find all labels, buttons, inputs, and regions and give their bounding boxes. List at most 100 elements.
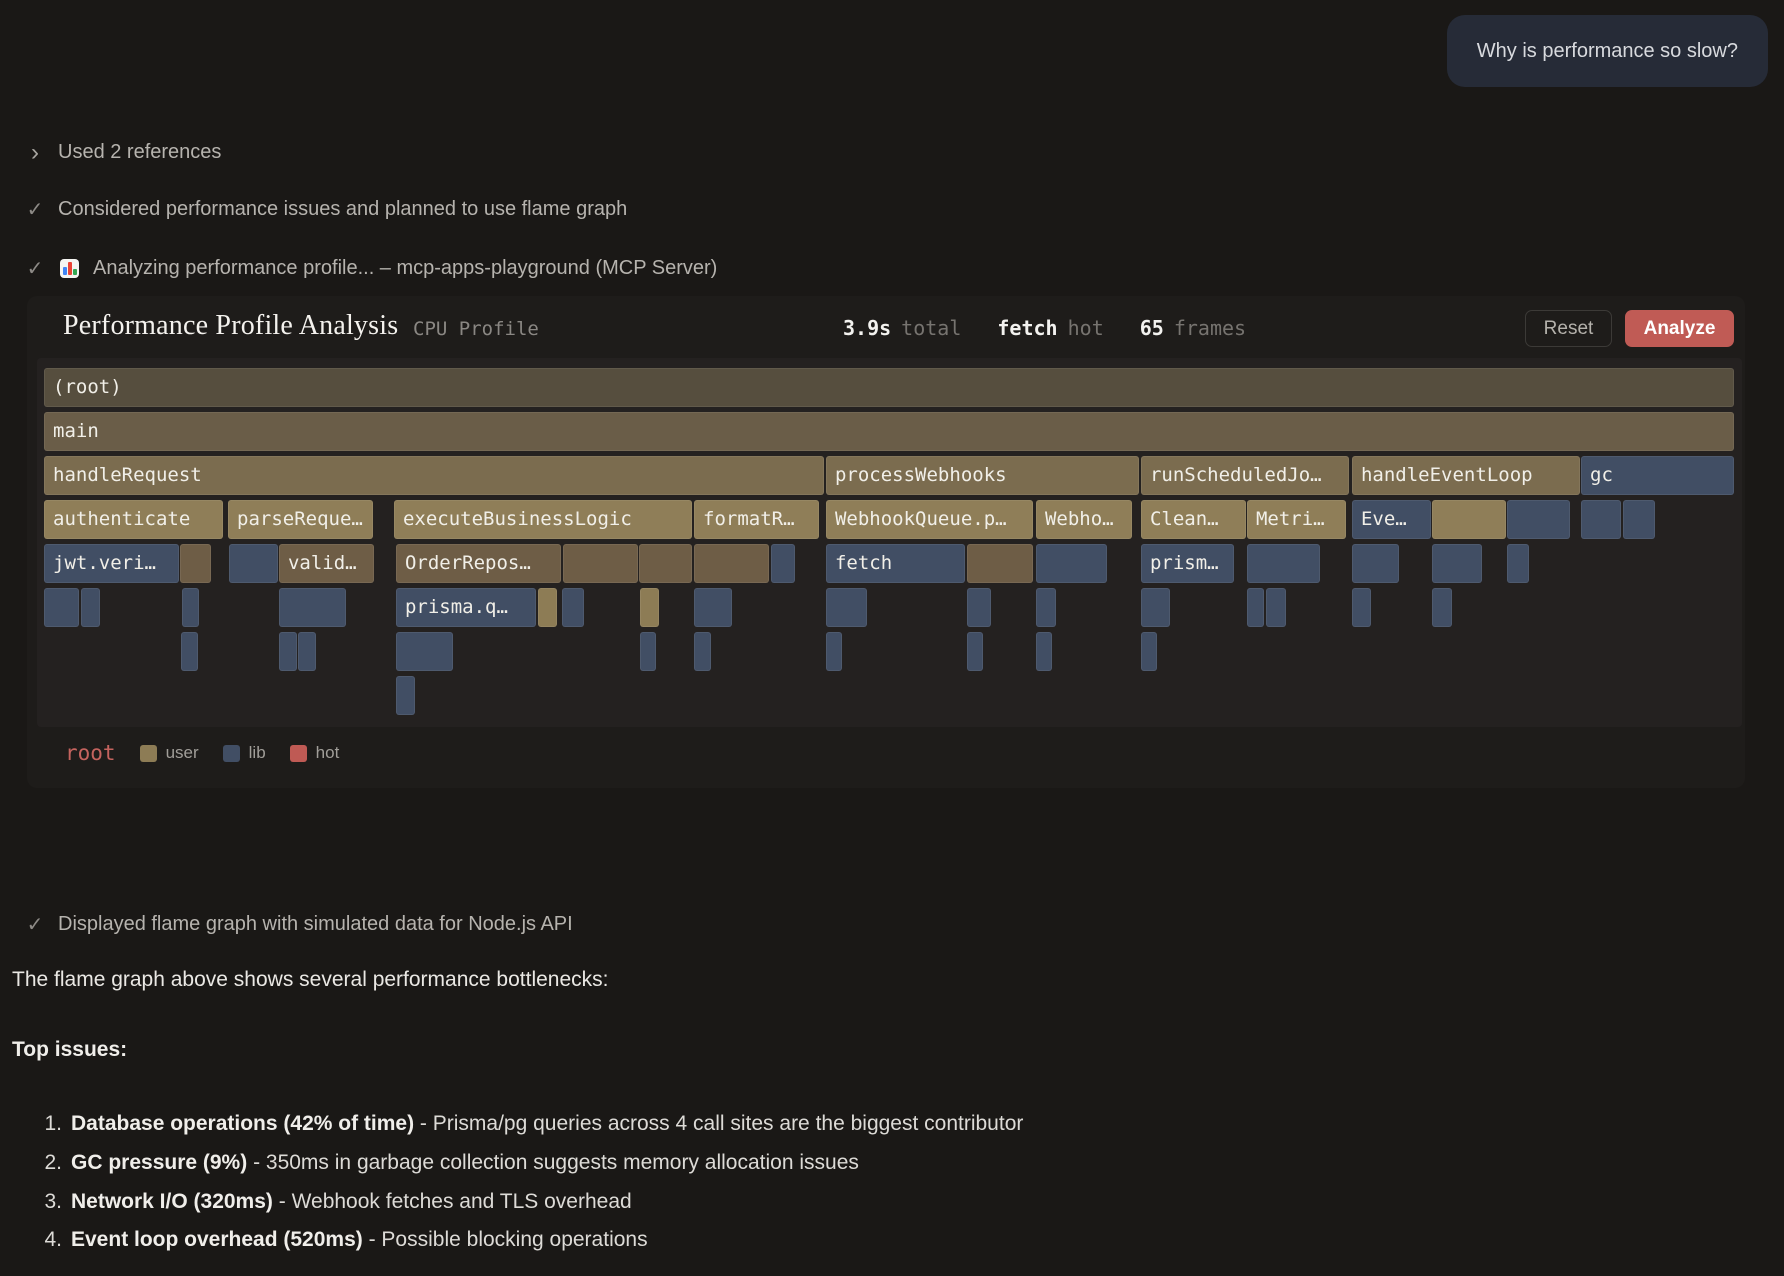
flame-row-6 [44, 632, 1734, 671]
flame-frame-prism[interactable]: prism… [1141, 544, 1234, 583]
flame-frame-prisma.q[interactable]: prisma.q… [396, 588, 536, 627]
flame-frame[interactable] [640, 632, 656, 671]
issue-title: GC pressure (9%) [71, 1151, 247, 1175]
flame-frame[interactable] [563, 544, 638, 583]
flame-frame[interactable] [396, 632, 453, 671]
flame-frame-Clean[interactable]: Clean… [1141, 500, 1246, 539]
legend-label: hot [316, 743, 340, 763]
flame-frame[interactable] [1247, 588, 1264, 627]
flame-frame[interactable] [1507, 544, 1529, 583]
flame-frame-gc[interactable]: gc [1581, 456, 1734, 495]
flame-frame[interactable] [298, 632, 316, 671]
flame-frame[interactable] [562, 588, 584, 627]
flame-frame-Eve[interactable]: Eve… [1352, 500, 1431, 539]
issue-item-1: 1.Database operations (42% of time) - Pr… [36, 1105, 1023, 1144]
flame-frame-Metri[interactable]: Metri… [1247, 500, 1346, 539]
flame-frame[interactable] [694, 544, 769, 583]
flame-frame[interactable] [1432, 544, 1482, 583]
flame-frame[interactable] [279, 588, 346, 627]
flame-frame[interactable] [1036, 632, 1052, 671]
analysis-intro: The flame graph above shows several perf… [12, 968, 608, 992]
step-used-references[interactable]: › Used 2 references [24, 141, 221, 164]
flame-frame[interactable] [180, 544, 211, 583]
stat-label: total [901, 316, 961, 340]
flame-frame[interactable] [1036, 544, 1107, 583]
flame-frame[interactable] [81, 588, 100, 627]
check-icon: ✓ [24, 256, 46, 281]
step-analyzing-profile[interactable]: ✓ Analyzing performance profile... – mcp… [24, 256, 717, 281]
flame-frame[interactable] [229, 544, 278, 583]
stat-frames: 65 frames [1140, 316, 1246, 340]
flame-frame-handleEventLoop[interactable]: handleEventLoop [1352, 456, 1580, 495]
chevron-right-icon[interactable]: › [24, 143, 46, 163]
stat-label: frames [1174, 316, 1246, 340]
issue-number: 3. [36, 1190, 62, 1214]
flame-frame[interactable] [279, 632, 297, 671]
flame-frame[interactable] [1432, 588, 1452, 627]
flame-frame[interactable] [181, 632, 198, 671]
issue-number: 2. [36, 1151, 62, 1175]
flame-frame[interactable] [1266, 588, 1286, 627]
flame-frame[interactable] [771, 544, 795, 583]
flame-frame-OrderRepos[interactable]: OrderRepos… [396, 544, 561, 583]
flame-frame[interactable] [967, 588, 991, 627]
stat-value: fetch [997, 316, 1057, 340]
flame-frame[interactable] [640, 588, 659, 627]
flame-frame[interactable] [1036, 588, 1056, 627]
flame-frame[interactable] [538, 588, 557, 627]
flame-frame-authenticate[interactable]: authenticate [44, 500, 223, 539]
flame-frame-root[interactable]: (root) [44, 368, 1734, 407]
flame-frame-WebhookQueue.p[interactable]: WebhookQueue.p… [826, 500, 1033, 539]
issue-item-4: 4.Event loop overhead (520ms) - Possible… [36, 1221, 1023, 1260]
analyze-button[interactable]: Analyze [1625, 310, 1734, 347]
flame-frame[interactable] [1141, 588, 1170, 627]
step-label: Used 2 references [58, 141, 221, 164]
flame-graph: (root) main handleRequestprocessWebhooksru… [37, 358, 1742, 727]
stat-total: 3.9stotal [843, 316, 961, 340]
flame-frame[interactable] [826, 588, 867, 627]
flame-frame-processWebhooks[interactable]: processWebhooks [826, 456, 1139, 495]
step-label: Displayed flame graph with simulated dat… [58, 913, 573, 936]
flame-frame-valid[interactable]: valid… [279, 544, 374, 583]
step-label: Considered performance issues and planne… [58, 198, 627, 221]
legend-label: lib [249, 743, 266, 763]
flame-frame[interactable] [694, 588, 732, 627]
flame-frame[interactable] [967, 544, 1033, 583]
flame-frame-formatR[interactable]: formatR… [694, 500, 819, 539]
issue-item-3: 3.Network I/O (320ms) - Webhook fetches … [36, 1182, 1023, 1221]
flame-frame[interactable] [1352, 588, 1371, 627]
flame-frame[interactable] [826, 632, 842, 671]
flame-frame[interactable] [1581, 500, 1621, 539]
flame-frame-fetch[interactable]: fetch [826, 544, 965, 583]
flame-frame[interactable] [1623, 500, 1655, 539]
flame-frame-runScheduledJo[interactable]: runScheduledJo… [1141, 456, 1349, 495]
issue-number: 4. [36, 1228, 62, 1252]
flame-frame-Webho[interactable]: Webho… [1036, 500, 1132, 539]
flame-frame-parseReque[interactable]: parseReque… [228, 500, 373, 539]
flame-frame-main[interactable]: main [44, 412, 1734, 451]
flame-frame[interactable] [967, 632, 983, 671]
flame-frame[interactable] [1432, 500, 1506, 539]
step-displayed-flame-graph[interactable]: ✓ Displayed flame graph with simulated d… [24, 912, 573, 937]
flame-frame-executeBusinessLogic[interactable]: executeBusinessLogic [394, 500, 692, 539]
flame-frame[interactable] [694, 632, 711, 671]
flame-frame-handleRequest[interactable]: handleRequest [44, 456, 824, 495]
flame-row-7 [44, 676, 1734, 715]
flame-frame[interactable] [182, 588, 199, 627]
legend-item-hot: hot [290, 743, 340, 763]
flame-frame[interactable] [396, 676, 415, 715]
flame-frame[interactable] [1247, 544, 1320, 583]
reset-button[interactable]: Reset [1525, 310, 1612, 347]
flame-frame[interactable] [1507, 500, 1570, 539]
step-considered-performance[interactable]: ✓ Considered performance issues and plan… [24, 197, 627, 222]
stat-hot: fetchhot [997, 316, 1103, 340]
flame-frame[interactable] [639, 544, 692, 583]
stat-value: 65 [1140, 316, 1164, 340]
flame-frame[interactable] [1352, 544, 1399, 583]
flame-frame-jwt.veri[interactable]: jwt.veri… [44, 544, 179, 583]
flame-frame[interactable] [44, 588, 79, 627]
page: Why is performance so slow? › Used 2 ref… [0, 0, 1784, 1276]
bar-chart-icon [60, 259, 79, 278]
issue-title: Network I/O (320ms) [71, 1190, 273, 1214]
flame-frame[interactable] [1141, 632, 1157, 671]
